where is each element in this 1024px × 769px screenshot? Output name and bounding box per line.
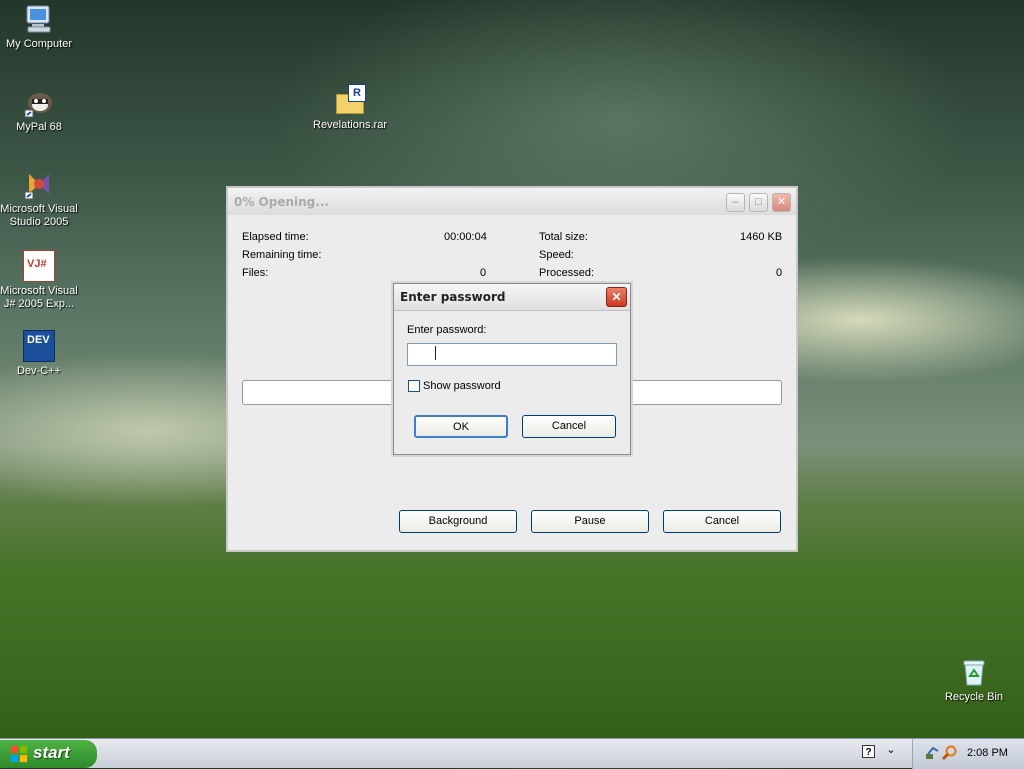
cancel-button[interactable]: Cancel [663,510,781,533]
desktop-icon-visual-studio[interactable]: Microsoft Visual Studio 2005 [0,168,82,229]
files-label: Files: [242,267,269,279]
desktop-icon-visual-jsharp[interactable]: VJ# Microsoft Visual J# 2005 Exp... [0,250,82,311]
desktop-icon-label: Dev-C++ [16,365,62,377]
system-tray: 2:08 PM [912,739,1024,769]
search-tray-icon[interactable] [942,745,958,761]
processed-value: 0 [776,267,783,279]
elapsed-time-value: 00:00:04 [444,231,487,243]
window-title: 0% Opening... [234,195,329,209]
start-label: start [33,743,70,762]
vj-sharp-icon: VJ# [23,250,55,282]
dialog-close-button[interactable]: ✕ [606,287,627,307]
password-dialog[interactable]: Enter password ✕ Enter password: Show pa… [393,283,631,455]
computer-icon [26,5,51,33]
password-dialog-titlebar[interactable]: Enter password ✕ [394,284,630,311]
background-button[interactable]: Background [399,510,517,533]
desktop-icon-label: Microsoft Visual Studio 2005 [0,203,78,228]
desktop-icon-label: My Computer [5,38,73,50]
elapsed-time-label: Elapsed time: [242,231,309,243]
close-icon: ✕ [611,290,622,304]
password-prompt-label: Enter password: [407,324,487,336]
recycle-bin-icon [963,660,985,686]
total-size-label: Total size: [539,231,588,243]
minimize-button[interactable]: – [726,193,745,212]
windows-logo-icon [10,745,28,763]
desktop-icon-label: MyPal 68 [16,121,62,133]
desktop-icon-mypal[interactable]: MyPal 68 [0,86,82,134]
desktop-icon-revelations-rar[interactable]: R Revelations.rar [307,84,393,132]
desktop-icon-label: Revelations.rar [313,119,387,131]
taskbar: start ? ⌄ 2:08 PM [0,738,1024,769]
chevron-down-icon[interactable]: ⌄ [886,743,896,756]
ok-button[interactable]: OK [414,415,508,438]
total-size-value: 1460 KB [740,231,783,243]
raccoon-browser-icon [24,93,52,118]
desktop-icon-label: Microsoft Visual J# 2005 Exp... [0,285,78,310]
dialog-cancel-button[interactable]: Cancel [522,415,616,438]
dialog-title: Enter password [400,290,506,304]
remaining-time-label: Remaining time: [242,249,322,261]
show-password-label[interactable]: Show password [423,380,501,392]
desktop-icon-dev-cpp[interactable]: DEV Dev-C++ [0,330,82,378]
speed-label: Speed: [539,249,574,261]
maximize-button[interactable]: □ [749,193,768,212]
pause-button[interactable]: Pause [531,510,649,533]
close-button[interactable]: ✕ [772,193,791,212]
show-password-checkbox[interactable] [408,380,420,392]
visual-studio-icon [24,174,49,200]
start-button[interactable]: start [0,740,97,768]
clock[interactable]: 2:08 PM [967,747,1008,759]
progress-window-titlebar[interactable]: 0% Opening... – □ ✕ [228,188,796,215]
files-value: 0 [480,267,487,279]
network-tray-icon[interactable] [925,745,941,761]
dev-cpp-icon: DEV [23,330,55,362]
desktop-icon-my-computer[interactable]: My Computer [0,3,82,51]
processed-label: Processed: [539,267,595,279]
desktop-icon-recycle-bin[interactable]: Recycle Bin [931,656,1017,704]
rar-archive-icon: R [334,84,366,116]
password-input[interactable] [407,343,617,366]
desktop-icon-label: Recycle Bin [944,691,1004,703]
text-cursor-ibeam-icon [435,346,436,360]
help-tray-icon[interactable]: ? [862,745,875,758]
